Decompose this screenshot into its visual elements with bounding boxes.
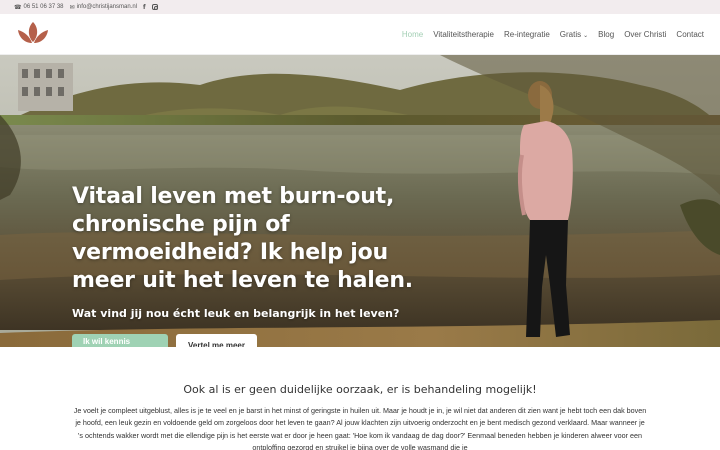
email-link[interactable]: ✉ info@christijansman.nl xyxy=(70,4,137,11)
nav-vitaliteitstherapie[interactable]: Vitaliteitstherapie xyxy=(433,30,494,39)
phone-icon: ☎ xyxy=(14,4,22,11)
nav-re-integratie[interactable]: Re-integratie xyxy=(504,30,550,39)
facebook-icon[interactable]: f xyxy=(143,4,146,11)
hero-content: Vitaal leven met burn-out, chronische pi… xyxy=(72,183,452,347)
main-header: Home Vitaliteitstherapie Re-integratie G… xyxy=(0,14,720,55)
nav-home[interactable]: Home xyxy=(402,30,423,39)
nav-over-christi[interactable]: Over Christi xyxy=(624,30,666,39)
nav-blog[interactable]: Blog xyxy=(598,30,614,39)
hero-subheading: Wat vind jij nou écht leuk en belangrijk… xyxy=(72,307,400,320)
intro-title: Ook al is er geen duidelijke oorzaak, er… xyxy=(183,383,537,396)
hero-heading: Vitaal leven met burn-out, chronische pi… xyxy=(72,184,413,293)
instagram-icon[interactable] xyxy=(151,4,158,10)
hero-banner: Vitaal leven met burn-out, chronische pi… xyxy=(0,55,720,347)
lotus-logo-icon[interactable] xyxy=(17,20,49,48)
kennismaken-button[interactable]: Ik wil kennis maken xyxy=(72,334,168,347)
main-menu: Home Vitaliteitstherapie Re-integratie G… xyxy=(402,30,704,39)
envelope-icon: ✉ xyxy=(69,4,75,11)
vertel-me-meer-button[interactable]: Vertel me meer xyxy=(176,334,257,347)
hero-buttons: Ik wil kennis maken Vertel me meer xyxy=(72,334,452,347)
chevron-down-icon: ⌄ xyxy=(583,32,589,39)
intro-section: Ook al is er geen duidelijke oorzaak, er… xyxy=(0,347,720,450)
intro-body: Je voelt je compleet uitgeblust, alles i… xyxy=(73,406,647,450)
phone-number: 06 51 06 37 38 xyxy=(23,4,64,10)
email-address: info@christijansman.nl xyxy=(76,4,138,10)
top-bar: ☎ 06 51 06 37 38 ✉ info@christijansman.n… xyxy=(0,0,720,14)
phone-link[interactable]: ☎ 06 51 06 37 38 xyxy=(14,4,64,11)
nav-gratis[interactable]: Gratis ⌄ xyxy=(560,30,588,39)
nav-gratis-label: Gratis xyxy=(559,29,582,39)
nav-contact[interactable]: Contact xyxy=(676,30,704,39)
